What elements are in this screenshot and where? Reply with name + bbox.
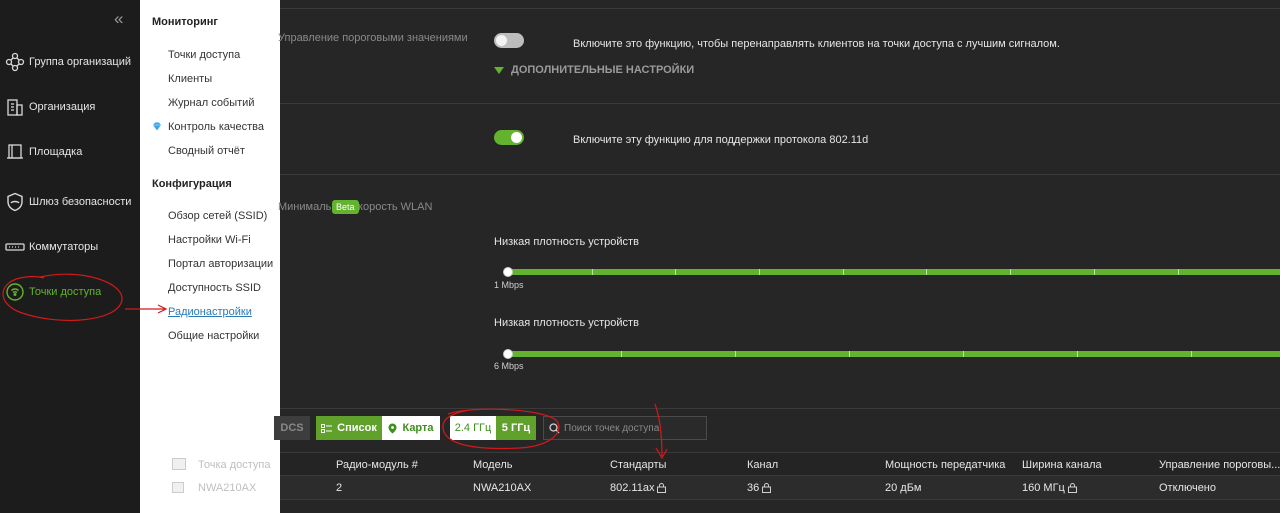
- divider: [280, 174, 1280, 175]
- sidebar-item-site[interactable]: Площадка: [0, 137, 140, 167]
- slider-handle[interactable]: [503, 349, 513, 359]
- org-group-icon: [1, 52, 29, 72]
- menu-item-summary-report[interactable]: Сводный отчёт: [168, 145, 245, 157]
- band-switch: 2.4 ГГц 5 ГГц: [450, 416, 536, 440]
- cell-model: NWA210AX: [473, 482, 532, 494]
- search-input[interactable]: [564, 422, 702, 434]
- site-icon: [1, 143, 29, 161]
- cell-standard-value: 802.11ax: [610, 482, 655, 494]
- lock-icon: [1067, 483, 1077, 493]
- cell-channel-value: 36: [747, 482, 760, 494]
- threshold-label: Управление пороговыми значениями: [278, 32, 468, 44]
- sidebar: « Группа организаций Организация Площадк…: [0, 0, 140, 513]
- divider: [280, 8, 1280, 9]
- table-header: [280, 452, 1280, 476]
- map-pin-icon: [388, 423, 397, 433]
- band-24-button[interactable]: 2.4 ГГц: [450, 416, 496, 440]
- sidebar-item-security-gateway[interactable]: Шлюз безопасности: [0, 187, 140, 217]
- menu-item-quality-control[interactable]: Контроль качества: [168, 121, 264, 133]
- menu-item-captive-portal[interactable]: Портал авторизации: [168, 258, 273, 270]
- divider: [280, 408, 1280, 409]
- menu-item-ssid-overview[interactable]: Обзор сетей (SSID): [168, 210, 267, 222]
- triangle-down-icon: [494, 66, 504, 74]
- sidebar-item-label: Шлюз безопасности: [29, 196, 132, 208]
- col-radio-module[interactable]: Радио-модуль #: [336, 459, 418, 471]
- cell-width-value: 160 МГц: [1022, 482, 1065, 494]
- table-row[interactable]: [280, 476, 1280, 500]
- rate-slider-24[interactable]: [503, 267, 1280, 277]
- cell-power: 20 дБм: [885, 482, 922, 494]
- building-icon: [1, 97, 29, 117]
- flyout-menu: Мониторинг Точки доступа Клиенты Журнал …: [140, 0, 280, 513]
- slider-title: Низкая плотность устройств: [494, 236, 639, 248]
- shield-icon: [1, 192, 29, 212]
- col-tx-power[interactable]: Мощность передатчика: [885, 459, 1005, 471]
- col-threshold[interactable]: Управление пороговы...: [1159, 459, 1280, 471]
- col-standards[interactable]: Стандарты: [610, 459, 666, 471]
- threshold-description: Включите это функцию, чтобы перенаправля…: [573, 38, 1060, 50]
- list-view-button[interactable]: Список: [316, 416, 382, 440]
- configuration-heading: Конфигурация: [152, 178, 232, 190]
- search-box[interactable]: [543, 416, 707, 440]
- menu-item-ssid-availability[interactable]: Доступность SSID: [168, 282, 261, 294]
- advanced-settings-toggle[interactable]: ДОПОЛНИТЕЛЬНЫЕ НАСТРОЙКИ: [494, 64, 694, 76]
- sidebar-item-label: Площадка: [29, 146, 83, 158]
- list-view-label: Список: [337, 422, 377, 434]
- collapse-sidebar-icon[interactable]: «: [114, 10, 134, 28]
- cell-radio: 2: [336, 482, 343, 494]
- slider-value: 6 Mbps: [494, 361, 524, 371]
- view-switch: Список Карта: [316, 416, 440, 440]
- list-icon: [321, 423, 333, 433]
- 80211d-description: Включите эту функцию для поддержки прото…: [573, 134, 869, 146]
- menu-item-event-log[interactable]: Журнал событий: [168, 97, 254, 109]
- sidebar-item-label: Группа организаций: [29, 56, 132, 68]
- col-channel-width[interactable]: Ширина канала: [1022, 459, 1102, 471]
- sidebar-item-label: Организация: [29, 101, 96, 113]
- switch-icon: [1, 242, 29, 252]
- search-icon: [544, 422, 564, 434]
- band-5-button[interactable]: 5 ГГц: [496, 416, 536, 440]
- menu-item-general-settings[interactable]: Общие настройки: [168, 330, 259, 342]
- diamond-icon: [153, 122, 161, 131]
- beta-badge: Beta: [332, 200, 359, 214]
- sidebar-item-organization[interactable]: Организация: [0, 92, 140, 122]
- col-access-point[interactable]: Точка доступа: [198, 459, 270, 471]
- cell-threshold: Отключено: [1159, 482, 1216, 494]
- cell-channel: 36: [747, 482, 772, 494]
- slider-title: Низкая плотность устройств: [494, 317, 639, 329]
- menu-item-clients[interactable]: Клиенты: [168, 73, 212, 85]
- row-checkbox[interactable]: [172, 482, 184, 493]
- cell-width: 160 МГц: [1022, 482, 1077, 494]
- slider-handle[interactable]: [503, 267, 513, 277]
- map-view-label: Карта: [402, 422, 434, 434]
- threshold-toggle[interactable]: [494, 33, 524, 48]
- menu-item-access-points[interactable]: Точки доступа: [168, 49, 240, 61]
- sidebar-item-org-group[interactable]: Группа организаций: [0, 47, 140, 77]
- lock-icon: [762, 483, 772, 493]
- menu-item-radio-settings[interactable]: Радионастройки: [168, 306, 252, 318]
- lock-icon: [657, 483, 667, 493]
- advanced-settings-label: ДОПОЛНИТЕЛЬНЫЕ НАСТРОЙКИ: [511, 64, 695, 76]
- slider-value: 1 Mbps: [494, 280, 524, 290]
- main-content: Управление пороговыми значениями Включит…: [274, 0, 1280, 513]
- access-point-icon: [1, 282, 29, 302]
- sidebar-item-switches[interactable]: Коммутаторы: [0, 232, 140, 262]
- map-view-button[interactable]: Карта: [382, 416, 440, 440]
- monitoring-heading: Мониторинг: [152, 16, 218, 28]
- dcs-button[interactable]: DCS: [274, 416, 310, 440]
- cell-access-point: NWA210AX: [198, 482, 257, 494]
- sidebar-item-label: Коммутаторы: [29, 241, 99, 253]
- select-all-checkbox[interactable]: [172, 458, 186, 470]
- col-channel[interactable]: Канал: [747, 459, 778, 471]
- menu-item-wifi-settings[interactable]: Настройки Wi-Fi: [168, 234, 251, 246]
- sidebar-item-access-points[interactable]: Точки доступа: [0, 277, 140, 307]
- cell-standard: 802.11ax: [610, 482, 667, 494]
- rate-slider-5[interactable]: [503, 349, 1280, 359]
- 80211d-toggle[interactable]: [494, 130, 524, 145]
- col-model[interactable]: Модель: [473, 459, 512, 471]
- sidebar-item-label: Точки доступа: [29, 286, 102, 298]
- divider: [280, 103, 1280, 104]
